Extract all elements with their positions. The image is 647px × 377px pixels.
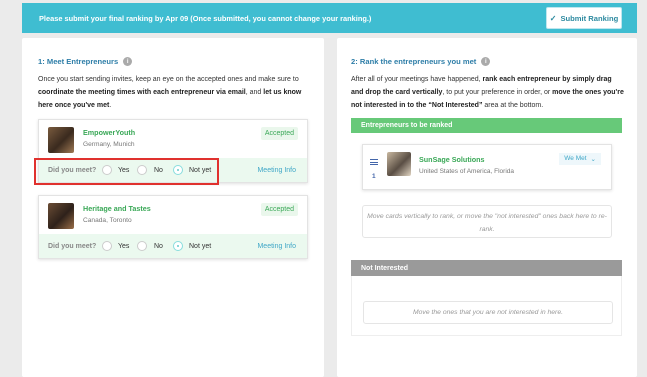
we-met-dropdown[interactable]: We Met ⌄: [559, 153, 601, 165]
meet-intro-bold-1: coordinate the meeting times with each e…: [38, 89, 246, 96]
avatar: [387, 152, 411, 176]
not-interested-hint: Move the ones that you are not intereste…: [363, 301, 613, 324]
rank-instructions: After all of your meetings have happened…: [351, 73, 626, 112]
meet-intro-1: Once you start sending invites, keep an …: [38, 76, 299, 83]
entrepreneur-location: United States of America, Florida: [419, 168, 515, 175]
ranked-drop-hint: Move cards vertically to rank, or move t…: [362, 205, 612, 238]
radio-not-yet[interactable]: [173, 241, 183, 251]
not-interested-header: Not Interested: [351, 260, 622, 276]
did-you-meet-row: Did you meet? Yes No Not yet Meeting Inf…: [39, 234, 307, 258]
rank-card[interactable]: 1 SunSage Solutions United States of Ame…: [362, 144, 612, 190]
meet-intro-3: .: [109, 102, 112, 109]
status-badge: Accepted: [260, 127, 298, 140]
entrepreneur-name[interactable]: Heritage and Tastes: [83, 204, 151, 213]
entrepreneur-location: Canada, Toronto: [83, 217, 132, 224]
ranked-header: Entrepreneurs to be ranked: [351, 118, 622, 133]
banner-text: Please submit your final ranking by Apr …: [39, 13, 372, 23]
radio-yes-label: Yes: [118, 242, 130, 250]
avatar: [48, 203, 74, 229]
submit-ranking-label: Submit Ranking: [560, 13, 619, 23]
chevron-down-icon: ⌄: [590, 156, 596, 163]
did-you-meet-label: Did you meet?: [48, 242, 97, 250]
rank-section-title: 2: Rank the entrepreneurs you met i: [351, 57, 491, 66]
info-icon[interactable]: i: [481, 57, 491, 66]
meet-intro-2: , and: [245, 89, 264, 96]
entrepreneur-card: Heritage and Tastes Canada, Toronto Acce…: [38, 195, 308, 259]
meeting-info-link[interactable]: Meeting Info: [257, 243, 296, 250]
entrepreneur-name[interactable]: SunSage Solutions: [419, 155, 485, 164]
radio-not-yet-label: Not yet: [189, 242, 212, 250]
highlight-box: [34, 158, 219, 185]
radio-no[interactable]: [137, 241, 147, 251]
rank-number: 1: [372, 173, 376, 180]
card-header: Heritage and Tastes Canada, Toronto Acce…: [39, 196, 307, 234]
rank-intro-2: , to put your preference in order, or: [442, 89, 553, 96]
submit-ranking-button[interactable]: ✓ Submit Ranking: [546, 7, 622, 29]
meet-title-text: 1: Meet Entrepreneurs: [38, 57, 119, 66]
info-icon[interactable]: i: [123, 57, 133, 66]
rank-intro-3: area at the bottom.: [482, 102, 544, 109]
card-header: EmpowerYouth Germany, Munich Accepted: [39, 120, 307, 158]
meet-section-title: 1: Meet Entrepreneurs i: [38, 57, 133, 66]
meet-instructions: Once you start sending invites, keep an …: [38, 73, 313, 112]
not-interested-dropzone[interactable]: Move the ones that you are not intereste…: [351, 276, 622, 336]
check-icon: ✓: [549, 13, 557, 23]
rank-intro-1: After all of your meetings have happened…: [351, 76, 483, 83]
radio-no-label: No: [154, 242, 163, 250]
status-badge: Accepted: [260, 203, 298, 216]
meet-entrepreneurs-panel: 1: Meet Entrepreneurs i Once you start s…: [22, 38, 324, 377]
meeting-info-link[interactable]: Meeting Info: [257, 167, 296, 174]
we-met-label: We Met: [564, 155, 587, 162]
entrepreneur-location: Germany, Munich: [83, 141, 135, 148]
entrepreneur-name[interactable]: EmpowerYouth: [83, 128, 135, 137]
deadline-banner: Please submit your final ranking by Apr …: [22, 3, 637, 33]
drag-handle-icon[interactable]: [370, 159, 378, 165]
radio-yes[interactable]: [102, 241, 112, 251]
rank-title-text: 2: Rank the entrepreneurs you met: [351, 57, 477, 66]
avatar: [48, 127, 74, 153]
rank-entrepreneurs-panel: 2: Rank the entrepreneurs you met i Afte…: [337, 38, 637, 377]
